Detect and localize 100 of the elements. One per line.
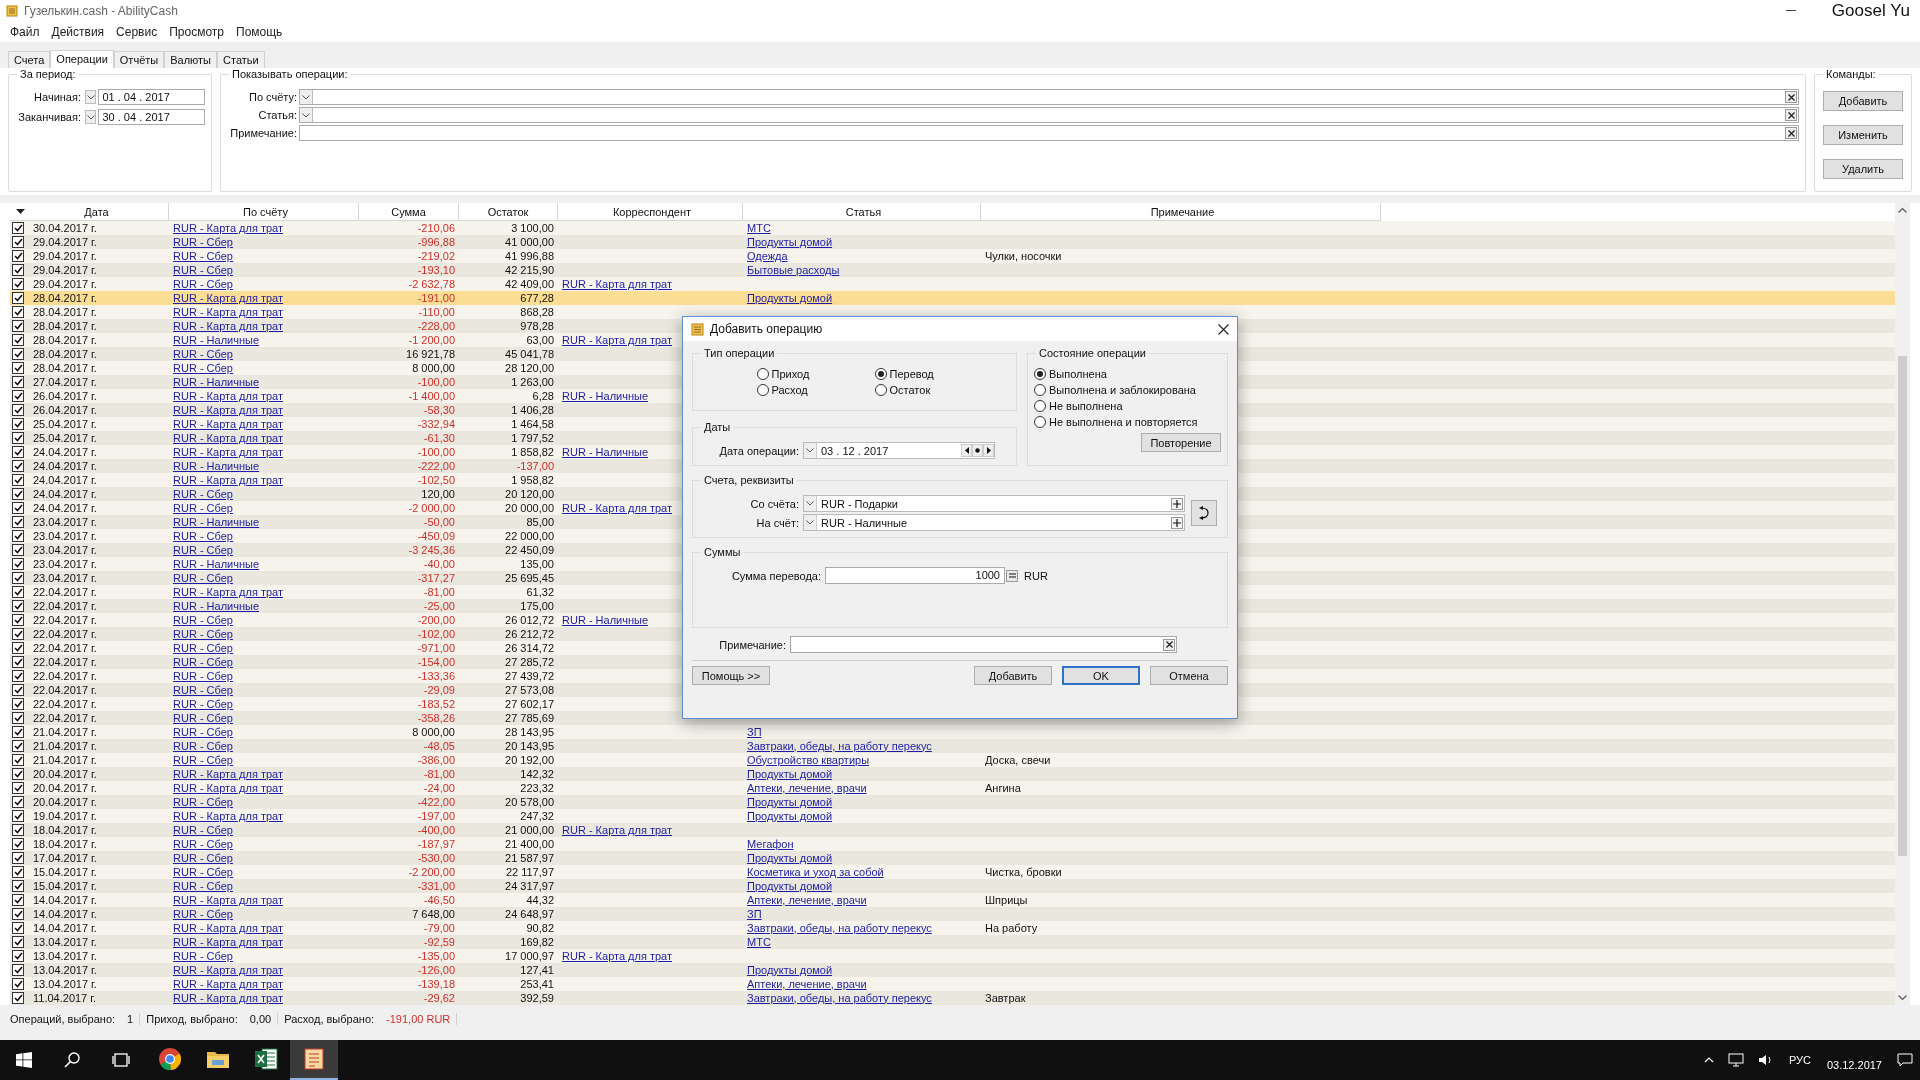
account-link[interactable]: RUR - Карта для трат: [173, 893, 284, 907]
account-link[interactable]: RUR - Карта для трат: [173, 403, 284, 417]
account-link[interactable]: RUR - Карта для трат: [173, 473, 284, 487]
checkbox[interactable]: [12, 600, 24, 612]
account-link[interactable]: RUR - Сбер: [173, 277, 233, 291]
account-link[interactable]: RUR - Сбер: [173, 795, 233, 809]
account-link[interactable]: RUR - Сбер: [173, 613, 233, 627]
category-link[interactable]: Завтраки, обеды, на работу перекус: [747, 921, 932, 935]
checkbox[interactable]: [12, 460, 24, 472]
checkbox[interactable]: [12, 558, 24, 570]
checkbox[interactable]: [12, 376, 24, 388]
category-link[interactable]: Продукты домой: [747, 809, 833, 823]
account-link[interactable]: RUR - Карта для трат: [173, 991, 284, 1005]
add-button[interactable]: [1171, 497, 1183, 510]
dialog-button[interactable]: Добавить: [974, 666, 1052, 685]
tab[interactable]: Статьи: [217, 51, 265, 68]
today-button[interactable]: [972, 444, 983, 457]
filter-field[interactable]: [299, 125, 1799, 141]
clear-button[interactable]: [1785, 91, 1797, 103]
checkbox[interactable]: [12, 782, 24, 794]
radio-button[interactable]: [874, 368, 887, 380]
command-button[interactable]: Добавить: [1823, 91, 1903, 111]
radio-option[interactable]: Перевод: [874, 368, 993, 380]
category-link[interactable]: Мегафон: [747, 837, 794, 851]
radio-option[interactable]: Расход: [756, 384, 875, 396]
amount-field[interactable]: 1000: [825, 567, 1005, 584]
dropdown-button[interactable]: [804, 443, 817, 458]
date-field[interactable]: 03 . 12 . 2017: [803, 442, 995, 459]
account-link[interactable]: RUR - Сбер: [173, 851, 233, 865]
checkbox[interactable]: [12, 446, 24, 458]
command-button[interactable]: Изменить: [1823, 125, 1903, 145]
account-link[interactable]: RUR - Карта для трат: [173, 963, 284, 977]
category-link[interactable]: Аптеки, лечение, врачи: [747, 893, 867, 907]
checkbox[interactable]: [12, 642, 24, 654]
checkbox[interactable]: [12, 894, 24, 906]
account-link[interactable]: RUR - Сбер: [173, 501, 233, 515]
correspondent-link[interactable]: RUR - Наличные: [562, 613, 649, 627]
checkbox[interactable]: [12, 992, 24, 1004]
checkbox[interactable]: [12, 278, 24, 290]
chevron-up-icon[interactable]: [1703, 1057, 1714, 1063]
category-link[interactable]: Одежда: [747, 249, 788, 263]
dropdown-button[interactable]: [300, 108, 313, 122]
checkbox[interactable]: [12, 348, 24, 360]
checkbox[interactable]: [12, 684, 24, 696]
menu-item[interactable]: Сервис: [110, 25, 164, 39]
add-button[interactable]: [1171, 516, 1183, 529]
command-button[interactable]: Удалить: [1823, 159, 1903, 179]
dialog-button[interactable]: Отмена: [1150, 666, 1228, 685]
tab[interactable]: Отчёты: [113, 51, 165, 68]
category-link[interactable]: Обустройство квартиры: [747, 753, 870, 767]
account-link[interactable]: RUR - Карта для трат: [173, 935, 284, 949]
account-link[interactable]: RUR - Сбер: [173, 627, 233, 641]
account-link[interactable]: RUR - Карта для трат: [173, 389, 284, 403]
dialog-button[interactable]: OK: [1062, 666, 1140, 685]
account-link[interactable]: RUR - Сбер: [173, 823, 233, 837]
account-link[interactable]: RUR - Наличные: [173, 459, 260, 473]
checkbox[interactable]: [12, 768, 24, 780]
monitor-icon[interactable]: [1727, 1053, 1744, 1067]
checkbox[interactable]: [12, 320, 24, 332]
category-link[interactable]: Продукты домой: [747, 235, 833, 249]
clock-date[interactable]: 03.12.2017: [1826, 1059, 1882, 1071]
menu-item[interactable]: Действия: [45, 25, 111, 39]
dropdown-button[interactable]: [85, 90, 97, 104]
account-link[interactable]: RUR - Сбер: [173, 487, 233, 501]
correspondent-link[interactable]: RUR - Карта для трат: [562, 823, 673, 837]
account-link[interactable]: RUR - Сбер: [173, 361, 233, 375]
sort-icon[interactable]: [16, 209, 25, 214]
radio-button[interactable]: [1034, 416, 1046, 428]
checkbox[interactable]: [12, 936, 24, 948]
category-link[interactable]: ЗП: [747, 725, 762, 739]
checkbox[interactable]: [12, 740, 24, 752]
account-link[interactable]: RUR - Сбер: [173, 949, 233, 963]
category-link[interactable]: Продукты домой: [747, 795, 833, 809]
account-dropdown[interactable]: RUR - Наличные: [803, 514, 1185, 531]
account-link[interactable]: RUR - Карта для трат: [173, 809, 284, 823]
checkbox[interactable]: [12, 250, 24, 262]
category-link[interactable]: Аптеки, лечение, врачи: [747, 977, 867, 991]
scroll-up-icon[interactable]: [1898, 207, 1907, 213]
checkbox[interactable]: [12, 628, 24, 640]
swap-button[interactable]: [1191, 500, 1217, 526]
menu-item[interactable]: Файл: [4, 25, 46, 39]
menu-item[interactable]: Помощь: [230, 25, 289, 39]
account-link[interactable]: RUR - Сбер: [173, 725, 233, 739]
checkbox[interactable]: [12, 264, 24, 276]
checkbox[interactable]: [12, 712, 24, 724]
category-link[interactable]: Аптеки, лечение, врачи: [747, 781, 867, 795]
correspondent-link[interactable]: RUR - Карта для трат: [562, 333, 673, 347]
notification-icon[interactable]: [1897, 1053, 1913, 1067]
account-link[interactable]: RUR - Сбер: [173, 529, 233, 543]
account-link[interactable]: RUR - Сбер: [173, 347, 233, 361]
minimize-icon[interactable]: [1785, 10, 1796, 12]
category-link[interactable]: Продукты домой: [747, 851, 833, 865]
checkbox[interactable]: [12, 964, 24, 976]
category-link[interactable]: Продукты домой: [747, 291, 833, 305]
radio-option[interactable]: Остаток: [874, 384, 993, 396]
account-link[interactable]: RUR - Сбер: [173, 753, 233, 767]
checkbox[interactable]: [12, 810, 24, 822]
radio-button[interactable]: [1034, 368, 1046, 380]
account-link[interactable]: RUR - Сбер: [173, 697, 233, 711]
category-link[interactable]: Завтраки, обеды, на работу перекус: [747, 991, 932, 1005]
